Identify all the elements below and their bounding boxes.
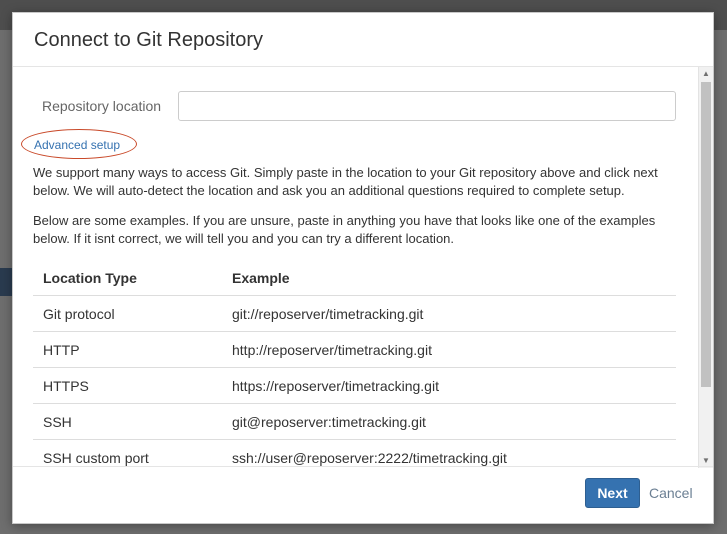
intro-paragraph: We support many ways to access Git. Simp… (33, 165, 658, 198)
background-button (0, 268, 12, 296)
cancel-button[interactable]: Cancel (645, 478, 697, 508)
example-cell: http://reposerver/timetracking.git (222, 331, 676, 368)
location-type-cell: HTTPS (33, 367, 222, 404)
dialog-header: Connect to Git Repository (13, 13, 713, 67)
location-type-cell: SSH (33, 403, 222, 440)
table-row: Git protocol git://reposerver/timetracki… (33, 295, 676, 332)
table-header-row: Location Type Example (33, 260, 676, 296)
scroll-up-arrow-icon[interactable]: ▲ (699, 67, 713, 81)
example-cell: https://reposerver/timetracking.git (222, 367, 676, 404)
connect-git-dialog: Connect to Git Repository Repository loc… (12, 12, 714, 524)
advanced-setup-wrapper: Advanced setup (21, 129, 139, 161)
dialog-scrollbar[interactable]: ▲ ▼ (698, 67, 713, 468)
example-cell: git@reposerver:timetracking.git (222, 403, 676, 440)
next-button[interactable]: Next (585, 478, 640, 508)
scrollbar-thumb[interactable] (701, 82, 711, 387)
example-cell: ssh://user@reposerver:2222/timetracking.… (222, 439, 676, 468)
examples-table: Location Type Example Git protocol git:/… (33, 260, 676, 468)
dialog-footer: Next Cancel (13, 466, 713, 523)
advanced-setup-link[interactable]: Advanced setup (34, 138, 120, 152)
repository-location-row: Repository location (13, 91, 703, 121)
example-cell: git://reposerver/timetracking.git (222, 295, 676, 332)
dialog-title: Connect to Git Repository (34, 29, 263, 51)
location-type-cell: HTTP (33, 331, 222, 368)
table-row: HTTP http://reposerver/timetracking.git (33, 331, 676, 368)
repository-location-label: Repository location (42, 98, 162, 114)
table-row: SSH git@reposerver:timetracking.git (33, 403, 676, 440)
column-header-example: Example (222, 260, 676, 296)
table-row: SSH custom port ssh://user@reposerver:22… (33, 439, 676, 468)
table-row: HTTPS https://reposerver/timetracking.gi… (33, 367, 676, 404)
examples-paragraph: Below are some examples. If you are unsu… (33, 213, 656, 246)
repository-location-input[interactable] (178, 91, 676, 121)
location-type-cell: Git protocol (33, 295, 222, 332)
column-header-location-type: Location Type (33, 260, 222, 296)
location-type-cell: SSH custom port (33, 439, 222, 468)
dialog-body: Repository location Advanced setup We su… (13, 67, 713, 468)
